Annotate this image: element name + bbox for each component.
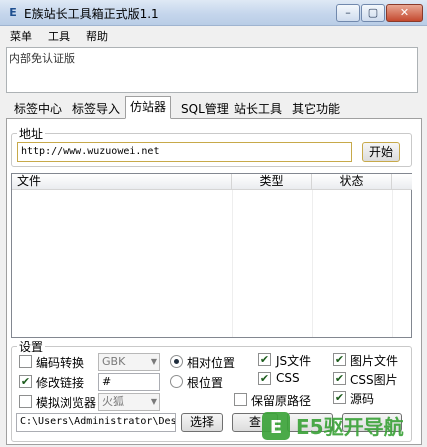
image-files-label: 图片文件	[350, 354, 399, 368]
simulate-browser-checkbox[interactable]	[19, 395, 32, 408]
css-label: CSS	[276, 371, 300, 385]
root-position-label: 根位置	[187, 376, 224, 390]
tab-site-cloner[interactable]: 仿站器	[125, 96, 172, 119]
encode-convert-checkbox[interactable]	[19, 355, 32, 368]
url-input[interactable]: http://www.wuzuowei.net	[17, 142, 352, 162]
encode-convert-label: 编码转换	[36, 356, 85, 370]
minimize-button[interactable]: –	[336, 4, 360, 22]
tab-tag-center[interactable]: 标签中心	[9, 98, 67, 118]
js-files-label: JS文件	[276, 354, 312, 368]
simulate-browser-label: 模拟浏览器	[36, 396, 97, 410]
chevron-down-icon: ▼	[150, 397, 157, 406]
close-button[interactable]: ✕	[386, 4, 423, 22]
notice-text: 内部免认证版	[9, 52, 75, 65]
column-divider	[392, 190, 393, 337]
browser-select[interactable]: 火狐 ▼	[98, 393, 160, 411]
css-images-label: CSS图片	[350, 373, 398, 387]
menu-item-help[interactable]: 帮助	[86, 28, 108, 44]
column-header-type[interactable]: 类型	[232, 174, 312, 190]
browser-select-value: 火狐	[102, 395, 124, 408]
menu-item-menu[interactable]: 菜单	[10, 28, 32, 44]
css-images-checkbox[interactable]: ✔	[333, 372, 346, 385]
image-files-checkbox[interactable]: ✔	[333, 353, 346, 366]
watermark-logo: E E5驱开导航	[262, 412, 404, 440]
tab-webmaster-tools[interactable]: 站长工具	[229, 98, 287, 118]
watermark-text: E5驱开导航	[296, 415, 404, 439]
app-icon: E	[9, 6, 17, 19]
address-group-title: 地址	[17, 125, 46, 142]
tab-tag-import[interactable]: 标签导入	[67, 98, 125, 118]
css-checkbox[interactable]: ✔	[258, 372, 271, 385]
column-header-filler	[392, 174, 412, 190]
maximize-button[interactable]: ▢	[361, 4, 385, 22]
svg-text:E: E	[270, 417, 282, 438]
window-title: E族站长工具箱正式版1.1	[24, 7, 159, 21]
source-code-checkbox[interactable]: ✔	[333, 391, 346, 404]
column-header-file[interactable]: 文件	[12, 174, 232, 190]
encoding-select[interactable]: GBK ▼	[98, 353, 160, 371]
choose-button[interactable]: 选择	[181, 413, 223, 432]
settings-group-title: 设置	[17, 338, 46, 355]
chevron-down-icon: ▼	[150, 357, 157, 366]
tab-sql-manage[interactable]: SQL管理	[176, 98, 234, 118]
tab-other-functions[interactable]: 其它功能	[287, 98, 345, 118]
start-button[interactable]: 开始	[362, 142, 400, 162]
link-replace-field[interactable]: #	[98, 373, 160, 391]
modify-links-checkbox[interactable]: ✔	[19, 375, 32, 388]
js-files-checkbox[interactable]: ✔	[258, 353, 271, 366]
column-divider	[232, 190, 233, 337]
keep-original-path-checkbox[interactable]	[234, 393, 247, 406]
relative-position-label: 相对位置	[187, 356, 236, 370]
encoding-select-value: GBK	[102, 355, 126, 368]
modify-links-label: 修改链接	[36, 376, 85, 390]
root-position-radio[interactable]	[170, 375, 183, 388]
file-list[interactable]: 文件 类型 状态	[11, 173, 412, 338]
radio-selected-dot	[174, 359, 179, 364]
relative-position-radio[interactable]	[170, 355, 183, 368]
column-header-status[interactable]: 状态	[312, 174, 392, 190]
notice-box[interactable]: 内部免认证版	[6, 47, 418, 93]
column-divider	[312, 190, 313, 337]
source-code-label: 源码	[350, 392, 375, 406]
save-path-field[interactable]: C:\Users\Administrator\Desl	[16, 413, 176, 432]
menu-item-tools[interactable]: 工具	[48, 28, 70, 44]
